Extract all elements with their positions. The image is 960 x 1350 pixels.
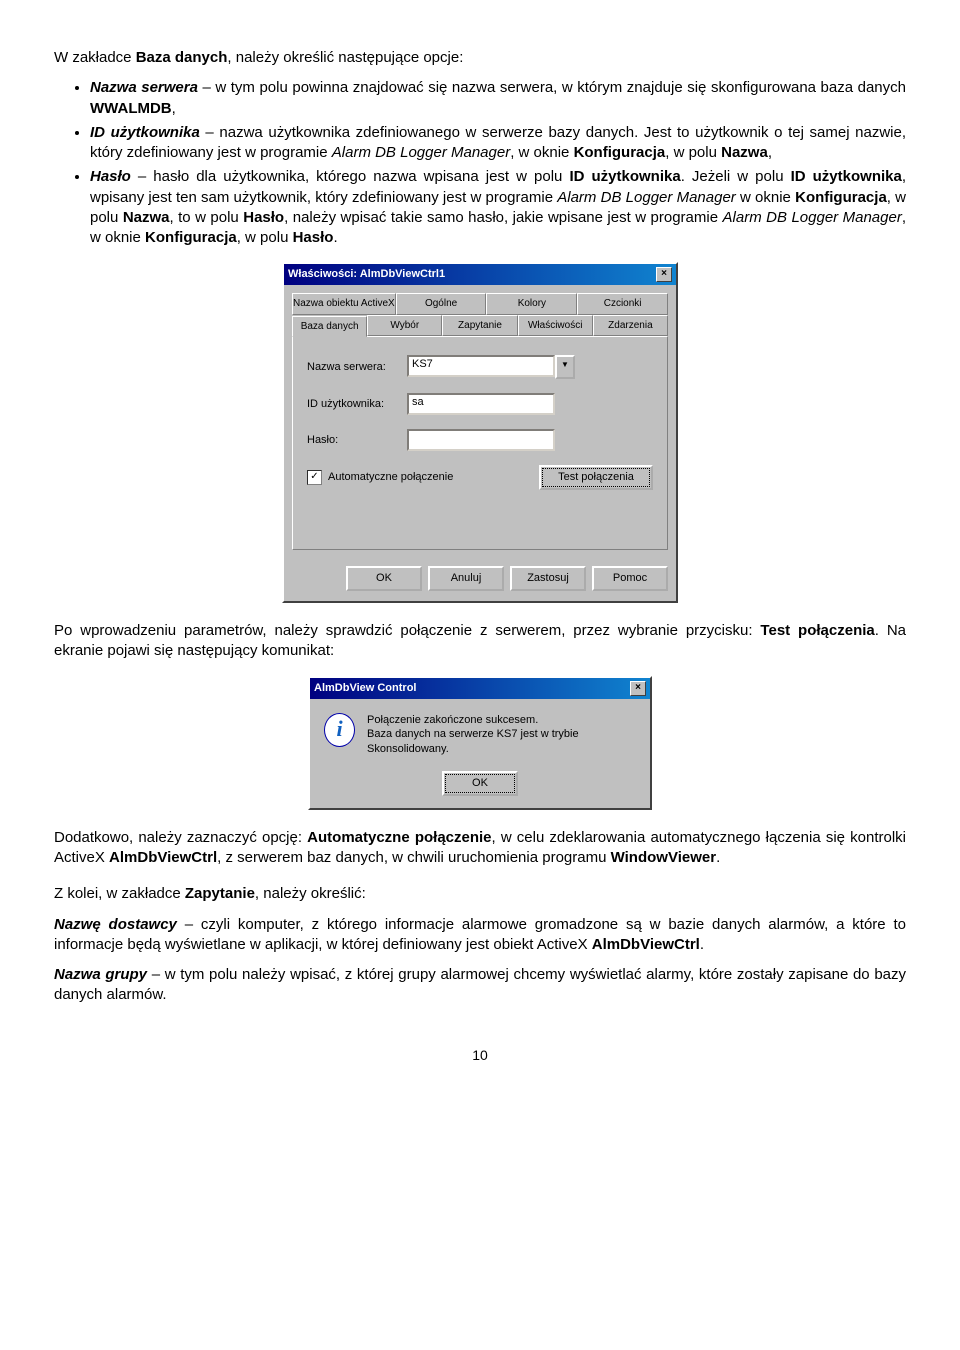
msgbox-ok-button[interactable]: OK: [442, 771, 518, 796]
msgbox-title: AlmDbView Control: [314, 681, 416, 696]
dialog-titlebar: Właściwości: AlmDbViewCtrl1 ×: [284, 264, 676, 285]
dialog-title: Właściwości: AlmDbViewCtrl1: [288, 267, 445, 282]
page-number: 10: [54, 1046, 906, 1065]
tab-colors[interactable]: Kolory: [486, 293, 577, 315]
tab-general[interactable]: Ogólne: [396, 293, 487, 315]
server-name-input[interactable]: KS7: [407, 355, 555, 377]
msgbox-text: Połączenie zakończone sukcesem. Baza dan…: [367, 713, 636, 758]
paragraph-2: Po wprowadzeniu parametrów, należy spraw…: [54, 621, 906, 662]
user-id-label: ID użytkownika:: [307, 397, 407, 412]
tab-properties[interactable]: Właściwości: [518, 315, 593, 337]
ok-button[interactable]: OK: [346, 566, 422, 591]
server-name-label: Nazwa serwera:: [307, 360, 407, 375]
help-button[interactable]: Pomoc: [592, 566, 668, 591]
list-item: Hasło – hasło dla użytkownika, którego n…: [90, 167, 906, 248]
msgbox-titlebar: AlmDbView Control ×: [310, 678, 650, 699]
apply-button[interactable]: Zastosuj: [510, 566, 586, 591]
paragraph-1: W zakładce Baza danych, należy określić …: [54, 48, 906, 68]
tab-fonts[interactable]: Czcionki: [577, 293, 668, 315]
properties-dialog: Właściwości: AlmDbViewCtrl1 × Nazwa obie…: [282, 262, 678, 603]
auto-connect-label: Automatyczne połączenie: [328, 470, 453, 485]
tab-panel-database: Nazwa serwera: KS7 ▼ ID użytkownika: sa …: [292, 336, 668, 550]
message-box: AlmDbView Control × i Połączenie zakończ…: [308, 676, 652, 810]
password-label: Hasło:: [307, 433, 407, 448]
cancel-button[interactable]: Anuluj: [428, 566, 504, 591]
tab-events[interactable]: Zdarzenia: [593, 315, 668, 337]
dialog-button-row: OK Anuluj Zastosuj Pomoc: [284, 562, 676, 601]
list-item: ID użytkownika – nazwa użytkownika zdefi…: [90, 123, 906, 164]
options-list: Nazwa serwera – w tym polu powinna znajd…: [54, 78, 906, 248]
auto-connect-checkbox[interactable]: ✓: [307, 470, 322, 485]
paragraph-3: Dodatkowo, należy zaznaczyć opcję: Autom…: [54, 828, 906, 869]
info-icon: i: [324, 713, 355, 747]
user-id-input[interactable]: sa: [407, 393, 555, 415]
password-input[interactable]: [407, 429, 555, 451]
tab-query[interactable]: Zapytanie: [442, 315, 517, 337]
paragraph-4: Z kolei, w zakładce Zapytanie, należy ok…: [54, 884, 906, 904]
tab-row-front: Baza danych Wybór Zapytanie Właściwości …: [292, 315, 668, 337]
paragraph-6: Nazwa grupy – w tym polu należy wpisać, …: [54, 965, 906, 1006]
close-icon[interactable]: ×: [630, 681, 646, 696]
test-connection-button[interactable]: Test połączenia: [539, 465, 653, 490]
close-icon[interactable]: ×: [656, 267, 672, 282]
tab-activex-name[interactable]: Nazwa obiektu ActiveX: [292, 293, 396, 315]
tab-selection[interactable]: Wybór: [367, 315, 442, 337]
tab-row-back: Nazwa obiektu ActiveX Ogólne Kolory Czci…: [292, 293, 668, 315]
paragraph-5: Nazwę dostawcy – czyli komputer, z które…: [54, 915, 906, 956]
tab-database[interactable]: Baza danych: [292, 316, 367, 338]
list-item: Nazwa serwera – w tym polu powinna znajd…: [90, 78, 906, 119]
chevron-down-icon[interactable]: ▼: [555, 355, 575, 379]
